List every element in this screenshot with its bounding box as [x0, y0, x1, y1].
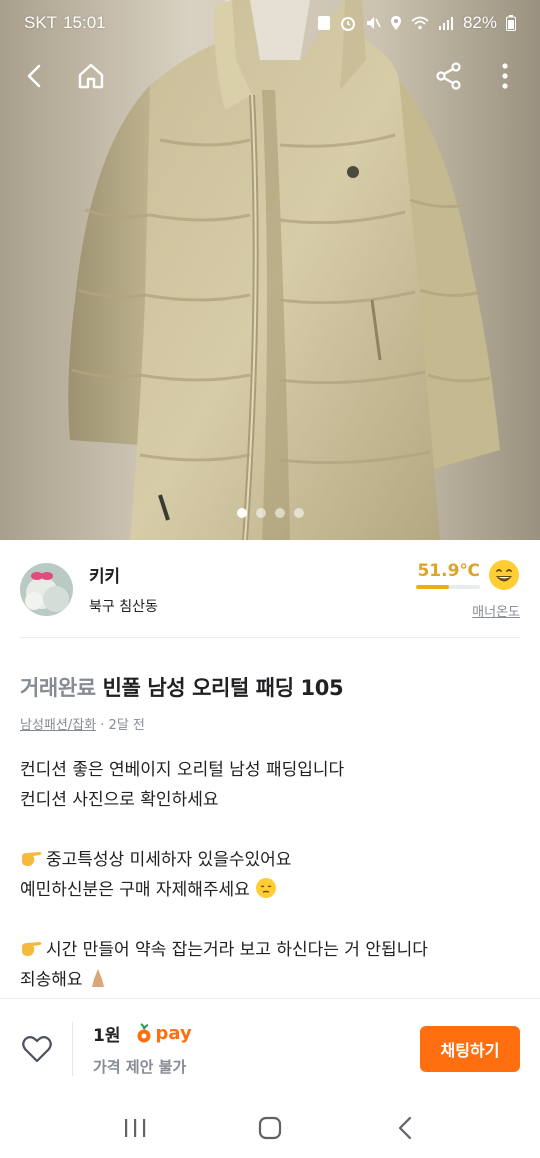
carousel-indicator	[0, 508, 540, 518]
recent-apps-button[interactable]	[105, 1108, 165, 1148]
system-back-icon	[398, 1116, 411, 1140]
like-button[interactable]	[20, 1032, 54, 1066]
system-navigation-bar	[0, 1098, 540, 1158]
avatar[interactable]	[20, 562, 73, 616]
pay-label: pay	[155, 1022, 192, 1044]
wifi-icon	[411, 16, 429, 30]
price: 1원	[93, 1025, 121, 1046]
alarm-icon	[340, 17, 355, 31]
karrot-pay-icon	[137, 1023, 151, 1043]
description-line	[20, 815, 520, 845]
description-text: 시간 만들어 약속 잡는거라 보고 하신다는 거 안됩니다	[46, 940, 428, 960]
battery-icon	[506, 15, 516, 31]
temperature-value: 51.9℃	[417, 560, 480, 581]
top-navigation	[0, 50, 540, 102]
notification-icon	[317, 16, 330, 30]
product-title: 빈폴 남성 오리털 패딩 105	[102, 676, 344, 700]
heart-icon	[22, 1035, 52, 1062]
chat-button[interactable]: 채팅하기	[420, 1025, 520, 1072]
vertical-divider	[72, 1021, 73, 1076]
manner-temperature[interactable]: 51.9℃ 매너온도	[370, 559, 520, 620]
divider	[20, 637, 520, 638]
description-line-with-emoji: 시간 만들어 약속 잡는거라 보고 하신다는 거 안됩니다	[20, 935, 520, 965]
system-home-button[interactable]	[240, 1108, 300, 1148]
pensive-face-icon	[256, 878, 277, 898]
description-text: 예민하신분은 구매 자제해주세요	[20, 880, 250, 900]
status-bar: SKT 15:01 82%	[0, 0, 540, 46]
product-title-row: 거래완료 빈폴 남성 오리털 패딩 105	[20, 672, 520, 704]
description-text: 죄송해요	[20, 970, 83, 990]
posted-time: · 2달 전	[100, 718, 145, 733]
battery-percent: 82%	[462, 13, 497, 32]
share-button[interactable]	[430, 57, 468, 95]
temperature-bar-fill	[416, 584, 450, 589]
back-button[interactable]	[16, 57, 54, 95]
description-line: 컨디션 좋은 연베이지 오리털 남성 패딩입니다	[20, 760, 345, 780]
carrier-label: SKT	[24, 13, 58, 32]
negotiation-status: 가격 제안 불가	[93, 1057, 187, 1076]
price-block: 1원 pay 가격 제안 불가	[93, 1021, 420, 1077]
system-back-button[interactable]	[375, 1108, 435, 1148]
pointing-hand-icon	[22, 942, 42, 956]
home-button[interactable]	[72, 57, 110, 95]
recent-apps-icon	[125, 1119, 146, 1137]
description-line-with-emoji: 예민하신분은 구매 자제해주세요	[20, 875, 520, 905]
home-icon	[78, 63, 104, 89]
carousel-dot[interactable]	[293, 508, 304, 518]
back-arrow-icon	[27, 64, 41, 88]
product-description: 컨디션 좋은 연베이지 오리털 남성 패딩입니다 컨디션 사진으로 확인하세요 …	[20, 755, 520, 995]
trade-status: 거래완료	[20, 676, 96, 700]
category-link[interactable]: 남성패션/잡화	[20, 718, 96, 733]
description-line: 컨디션 사진으로 확인하세요	[20, 790, 219, 810]
product-content: 거래완료 빈폴 남성 오리털 패딩 105 남성패션/잡화 · 2달 전 컨디션…	[20, 672, 520, 998]
seller-profile[interactable]: 키키 북구 침산동 51.9℃ 매너온도	[0, 540, 540, 638]
carousel-dot[interactable]	[255, 508, 266, 518]
carousel-dot[interactable]	[236, 508, 247, 518]
signal-icon	[438, 17, 453, 30]
praying-hands-icon	[91, 969, 104, 987]
karrot-pay-badge: pay	[136, 1022, 192, 1044]
temperature-bar	[416, 584, 480, 589]
bottom-action-bar: 1원 pay 가격 제안 불가 채팅하기	[0, 998, 540, 1098]
description-line-with-emoji: 죄송해요	[20, 965, 520, 995]
more-button[interactable]	[486, 57, 524, 95]
smile-face-icon	[489, 559, 519, 590]
location-icon	[390, 16, 401, 30]
share-icon	[436, 62, 461, 90]
mute-icon	[366, 17, 381, 29]
product-meta: 남성패션/잡화 · 2달 전	[20, 714, 520, 733]
product-detail-screen: SKT 15:01 82% 키키 북구 침산동 51.9℃ 매너온도 거래완료 …	[0, 0, 540, 1158]
pointing-hand-icon	[22, 852, 42, 866]
home-square-icon	[258, 1116, 282, 1140]
avatar-image	[20, 562, 73, 616]
description-line	[20, 905, 520, 935]
description-text: 중고특성상 미세하자 있을수있어요	[46, 850, 292, 870]
carousel-dot[interactable]	[274, 508, 285, 518]
clock: 15:01	[63, 13, 106, 32]
manner-temperature-link[interactable]: 매너온도	[472, 601, 520, 620]
more-vertical-icon	[502, 63, 508, 89]
seller-name[interactable]: 키키	[89, 562, 370, 587]
description-line-with-emoji: 중고특성상 미세하자 있을수있어요	[20, 845, 520, 875]
product-image-carousel[interactable]: SKT 15:01 82%	[0, 0, 540, 540]
seller-location: 북구 침산동	[89, 599, 158, 615]
